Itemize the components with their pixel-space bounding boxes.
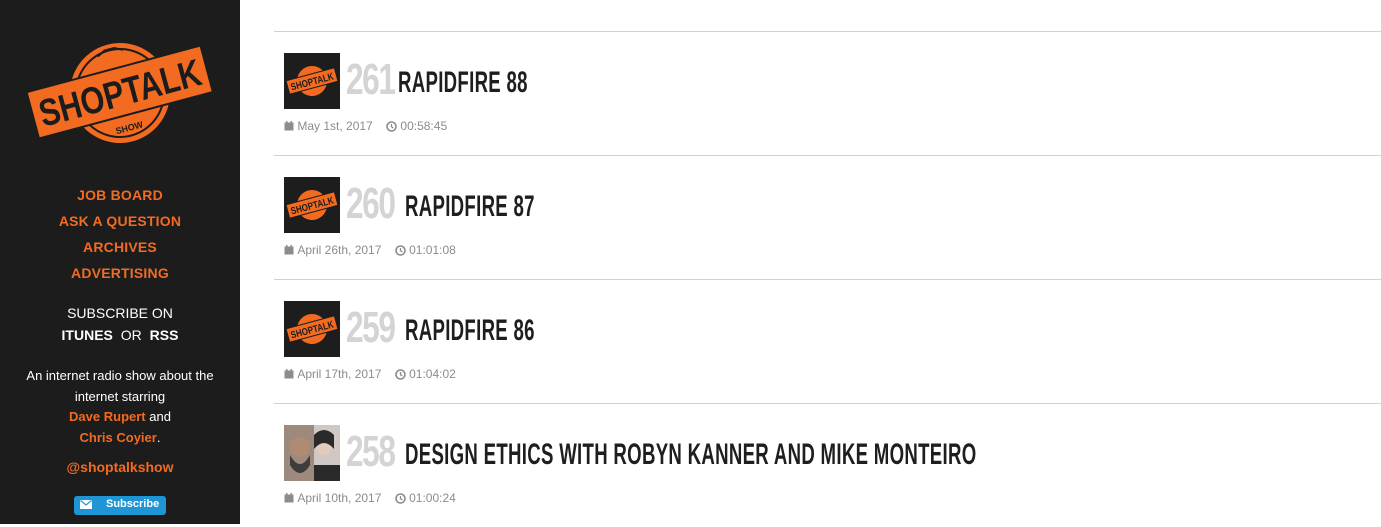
episode-meta: April 10th, 2017 01:00:24 (284, 490, 456, 505)
about-text: An internet radio show about the interne… (26, 368, 214, 445)
subscribe-heading: SUBSCRIBE ON (67, 305, 173, 321)
episode-duration: 01:01:08 (409, 243, 456, 258)
clock-icon (394, 492, 406, 504)
episode-meta: April 26th, 2017 01:01:08 (284, 242, 456, 257)
episode-item[interactable]: SHOPTALK 261 RAPIDFIRE 88 May 1st, 2017 … (274, 31, 1381, 155)
clock-icon (394, 244, 406, 256)
nav-advertising[interactable]: ADVERTISING (0, 260, 240, 286)
episode-number: 260 (346, 179, 396, 228)
shoptalk-logo[interactable]: SHOPTALK SHOW (22, 18, 218, 168)
host-dave-rupert-link[interactable]: Dave Rupert (69, 409, 146, 424)
or-text: OR (120, 327, 142, 343)
envelope-icon (80, 500, 92, 509)
episode-date: April 17th, 2017 (297, 366, 382, 381)
episode-number: 258 (346, 427, 396, 476)
shoptalk-logo-icon: SHOPTALK (285, 66, 339, 96)
sidebar-nav: JOB BOARD ASK A QUESTION ARCHIVES ADVERT… (0, 182, 240, 286)
episode-number: 259 (346, 303, 396, 352)
nav-archives[interactable]: ARCHIVES (0, 234, 240, 260)
calendar-icon (284, 492, 294, 503)
episode-thumbnail[interactable] (284, 425, 340, 481)
calendar-icon (284, 368, 294, 379)
episode-title[interactable]: RAPIDFIRE 87 (405, 189, 535, 225)
episode-item[interactable]: 258 DESIGN ETHICS WITH ROBYN KANNER AND … (274, 403, 1381, 527)
episode-meta: May 1st, 2017 00:58:45 (284, 118, 447, 133)
episode-thumbnail[interactable]: SHOPTALK (284, 301, 340, 357)
shoptalk-logo-icon: SHOPTALK (285, 314, 339, 344)
subscribe-button-label: Subscribe (106, 498, 160, 510)
twitter-link[interactable]: @shoptalkshow (0, 459, 240, 475)
clock-icon (386, 120, 397, 132)
shoptalk-logo-icon: SHOPTALK (285, 190, 339, 220)
episode-thumbnail[interactable]: SHOPTALK (284, 177, 340, 233)
episode-title[interactable]: RAPIDFIRE 86 (405, 313, 535, 349)
itunes-link[interactable]: ITUNES (62, 327, 113, 343)
episode-duration: 01:04:02 (409, 367, 456, 382)
episode-title[interactable]: RAPIDFIRE 88 (398, 65, 528, 101)
nav-job-board[interactable]: JOB BOARD (0, 182, 240, 208)
episode-duration: 00:58:45 (400, 119, 448, 134)
episode-item[interactable]: SHOPTALK 259 RAPIDFIRE 86 April 17th, 20… (274, 279, 1381, 403)
host-chris-coyier-link[interactable]: Chris Coyier (80, 430, 157, 445)
hosts-photo-icon (284, 425, 340, 481)
episode-meta: April 17th, 2017 01:04:02 (284, 366, 456, 381)
episode-date: April 10th, 2017 (297, 490, 382, 505)
episode-list: SHOPTALK 261 RAPIDFIRE 88 May 1st, 2017 … (274, 31, 1381, 527)
clock-icon (394, 368, 406, 380)
episode-number: 261 (346, 55, 396, 104)
rss-link[interactable]: RSS (150, 327, 179, 343)
calendar-icon (284, 120, 294, 131)
episode-thumbnail[interactable]: SHOPTALK (284, 53, 340, 109)
subscribe-on: SUBSCRIBE ON ITUNES OR RSS (0, 302, 240, 346)
nav-ask-a-question[interactable]: ASK A QUESTION (0, 208, 240, 234)
episode-title[interactable]: DESIGN ETHICS WITH ROBYN KANNER AND MIKE… (405, 437, 976, 473)
episode-date: April 26th, 2017 (297, 242, 382, 257)
episode-duration: 01:00:24 (409, 491, 456, 506)
calendar-icon (284, 244, 294, 255)
subscribe-button[interactable]: Subscribe (74, 496, 166, 515)
episode-date: May 1st, 2017 (297, 118, 373, 133)
sidebar: SHOPTALK SHOW JOB BOARD ASK A QUESTION A… (0, 0, 240, 524)
episode-item[interactable]: SHOPTALK 260 RAPIDFIRE 87 April 26th, 20… (274, 155, 1381, 279)
